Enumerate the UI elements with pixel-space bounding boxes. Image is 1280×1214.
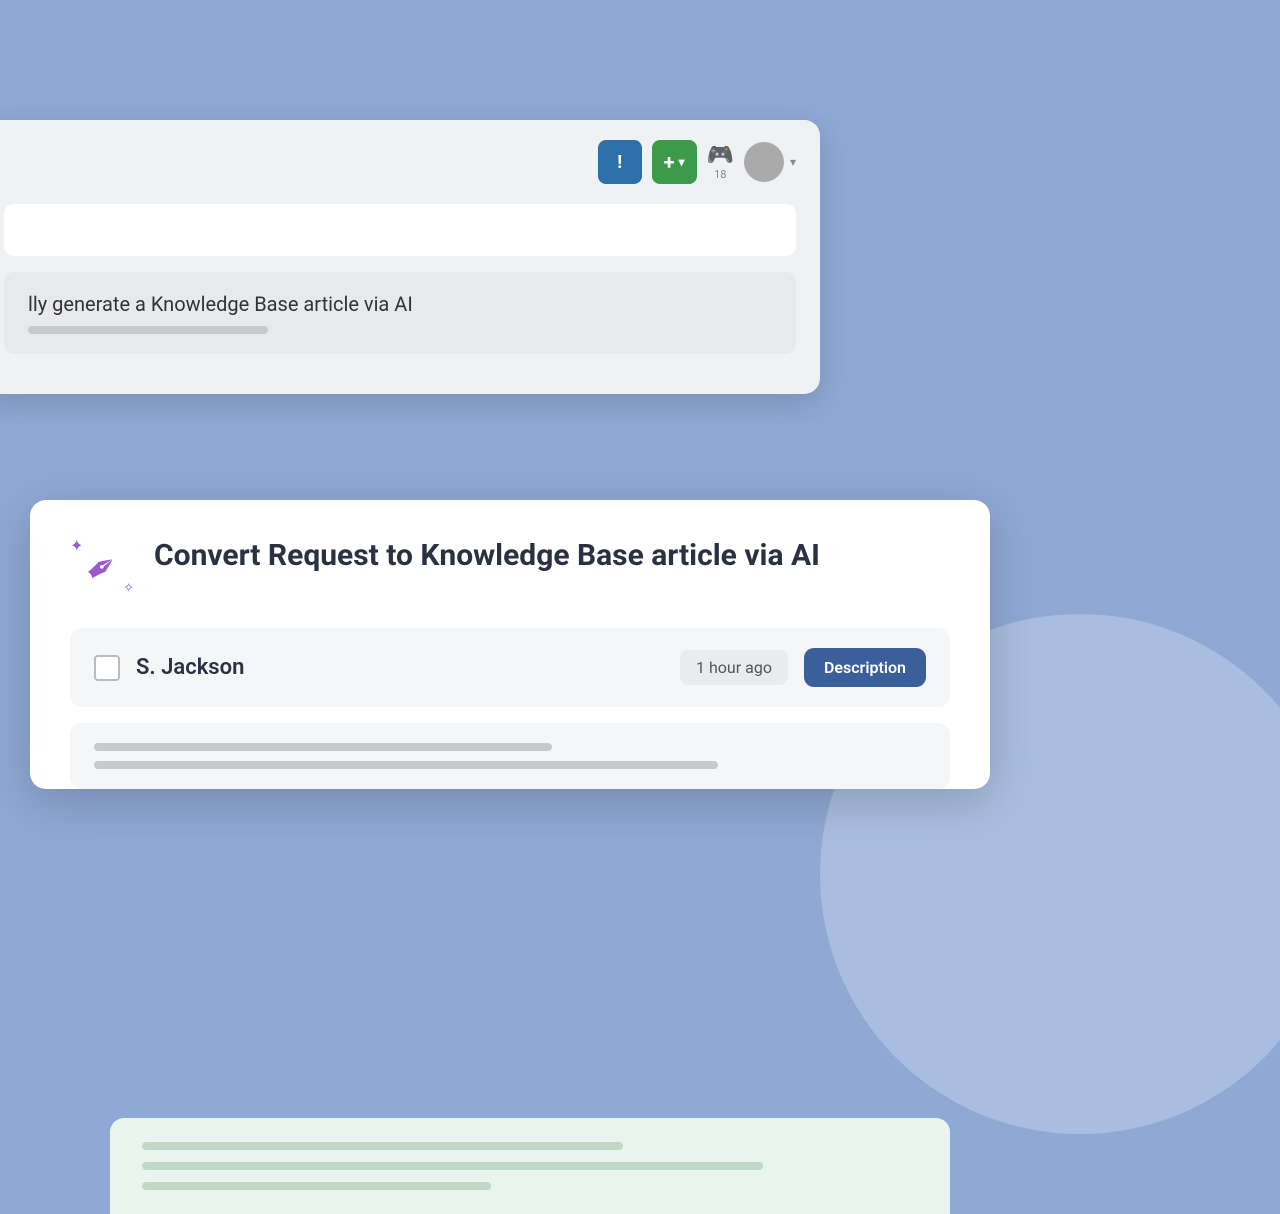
dialog-header: ✦ ✒ ✧ Convert Request to Knowledge Base … bbox=[70, 536, 950, 600]
bottom-line-2 bbox=[142, 1162, 763, 1170]
placeholder-line-2 bbox=[94, 761, 718, 769]
plus-icon: + bbox=[664, 150, 675, 174]
bottom-line-3 bbox=[142, 1182, 491, 1190]
ai-icon-container: ✦ ✒ ✧ bbox=[70, 536, 134, 600]
row-placeholder-line bbox=[28, 326, 268, 334]
avatar bbox=[744, 142, 784, 182]
placeholder-line-1 bbox=[94, 743, 552, 751]
browser-toolbar: ! + ▾ 🎮 18 ▾ bbox=[0, 120, 820, 204]
front-dialog-card: ✦ ✒ ✧ Convert Request to Knowledge Base … bbox=[30, 500, 990, 789]
gamepad-count: 18 bbox=[714, 168, 726, 181]
add-button[interactable]: + ▾ bbox=[652, 140, 697, 184]
dialog-title: Convert Request to Knowledge Base articl… bbox=[154, 536, 820, 575]
dropdown-arrow-icon: ▾ bbox=[679, 155, 685, 169]
item-timestamp: 1 hour ago bbox=[680, 650, 788, 685]
row-title-text: lly generate a Knowledge Base article vi… bbox=[28, 292, 772, 316]
item-name: S. Jackson bbox=[136, 655, 664, 680]
bottom-green-card bbox=[110, 1118, 950, 1214]
search-bar[interactable] bbox=[4, 204, 796, 256]
description-button[interactable]: Description bbox=[804, 648, 926, 687]
knowledge-base-row: lly generate a Knowledge Base article vi… bbox=[4, 272, 796, 354]
sparkle-top-left-icon: ✦ bbox=[70, 536, 83, 555]
item-checkbox[interactable] bbox=[94, 655, 120, 681]
info-button[interactable]: ! bbox=[598, 140, 642, 184]
avatar-container[interactable]: ▾ bbox=[744, 142, 796, 182]
avatar-dropdown-icon: ▾ bbox=[790, 155, 796, 169]
gamepad-widget[interactable]: 🎮 18 bbox=[707, 143, 734, 181]
sparkle-bottom-right-icon: ✧ bbox=[123, 581, 134, 596]
info-icon: ! bbox=[617, 152, 622, 173]
wand-icon: ✒ bbox=[76, 540, 128, 595]
gamepad-icon: 🎮 bbox=[707, 143, 734, 168]
back-browser-window: ! + ▾ 🎮 18 ▾ lly generate a Knowledge Ba… bbox=[0, 120, 820, 394]
request-item: S. Jackson 1 hour ago Description bbox=[70, 628, 950, 707]
bottom-line-1 bbox=[142, 1142, 623, 1150]
item-placeholder-lines bbox=[70, 723, 950, 789]
back-card-content: lly generate a Knowledge Base article vi… bbox=[0, 204, 820, 394]
